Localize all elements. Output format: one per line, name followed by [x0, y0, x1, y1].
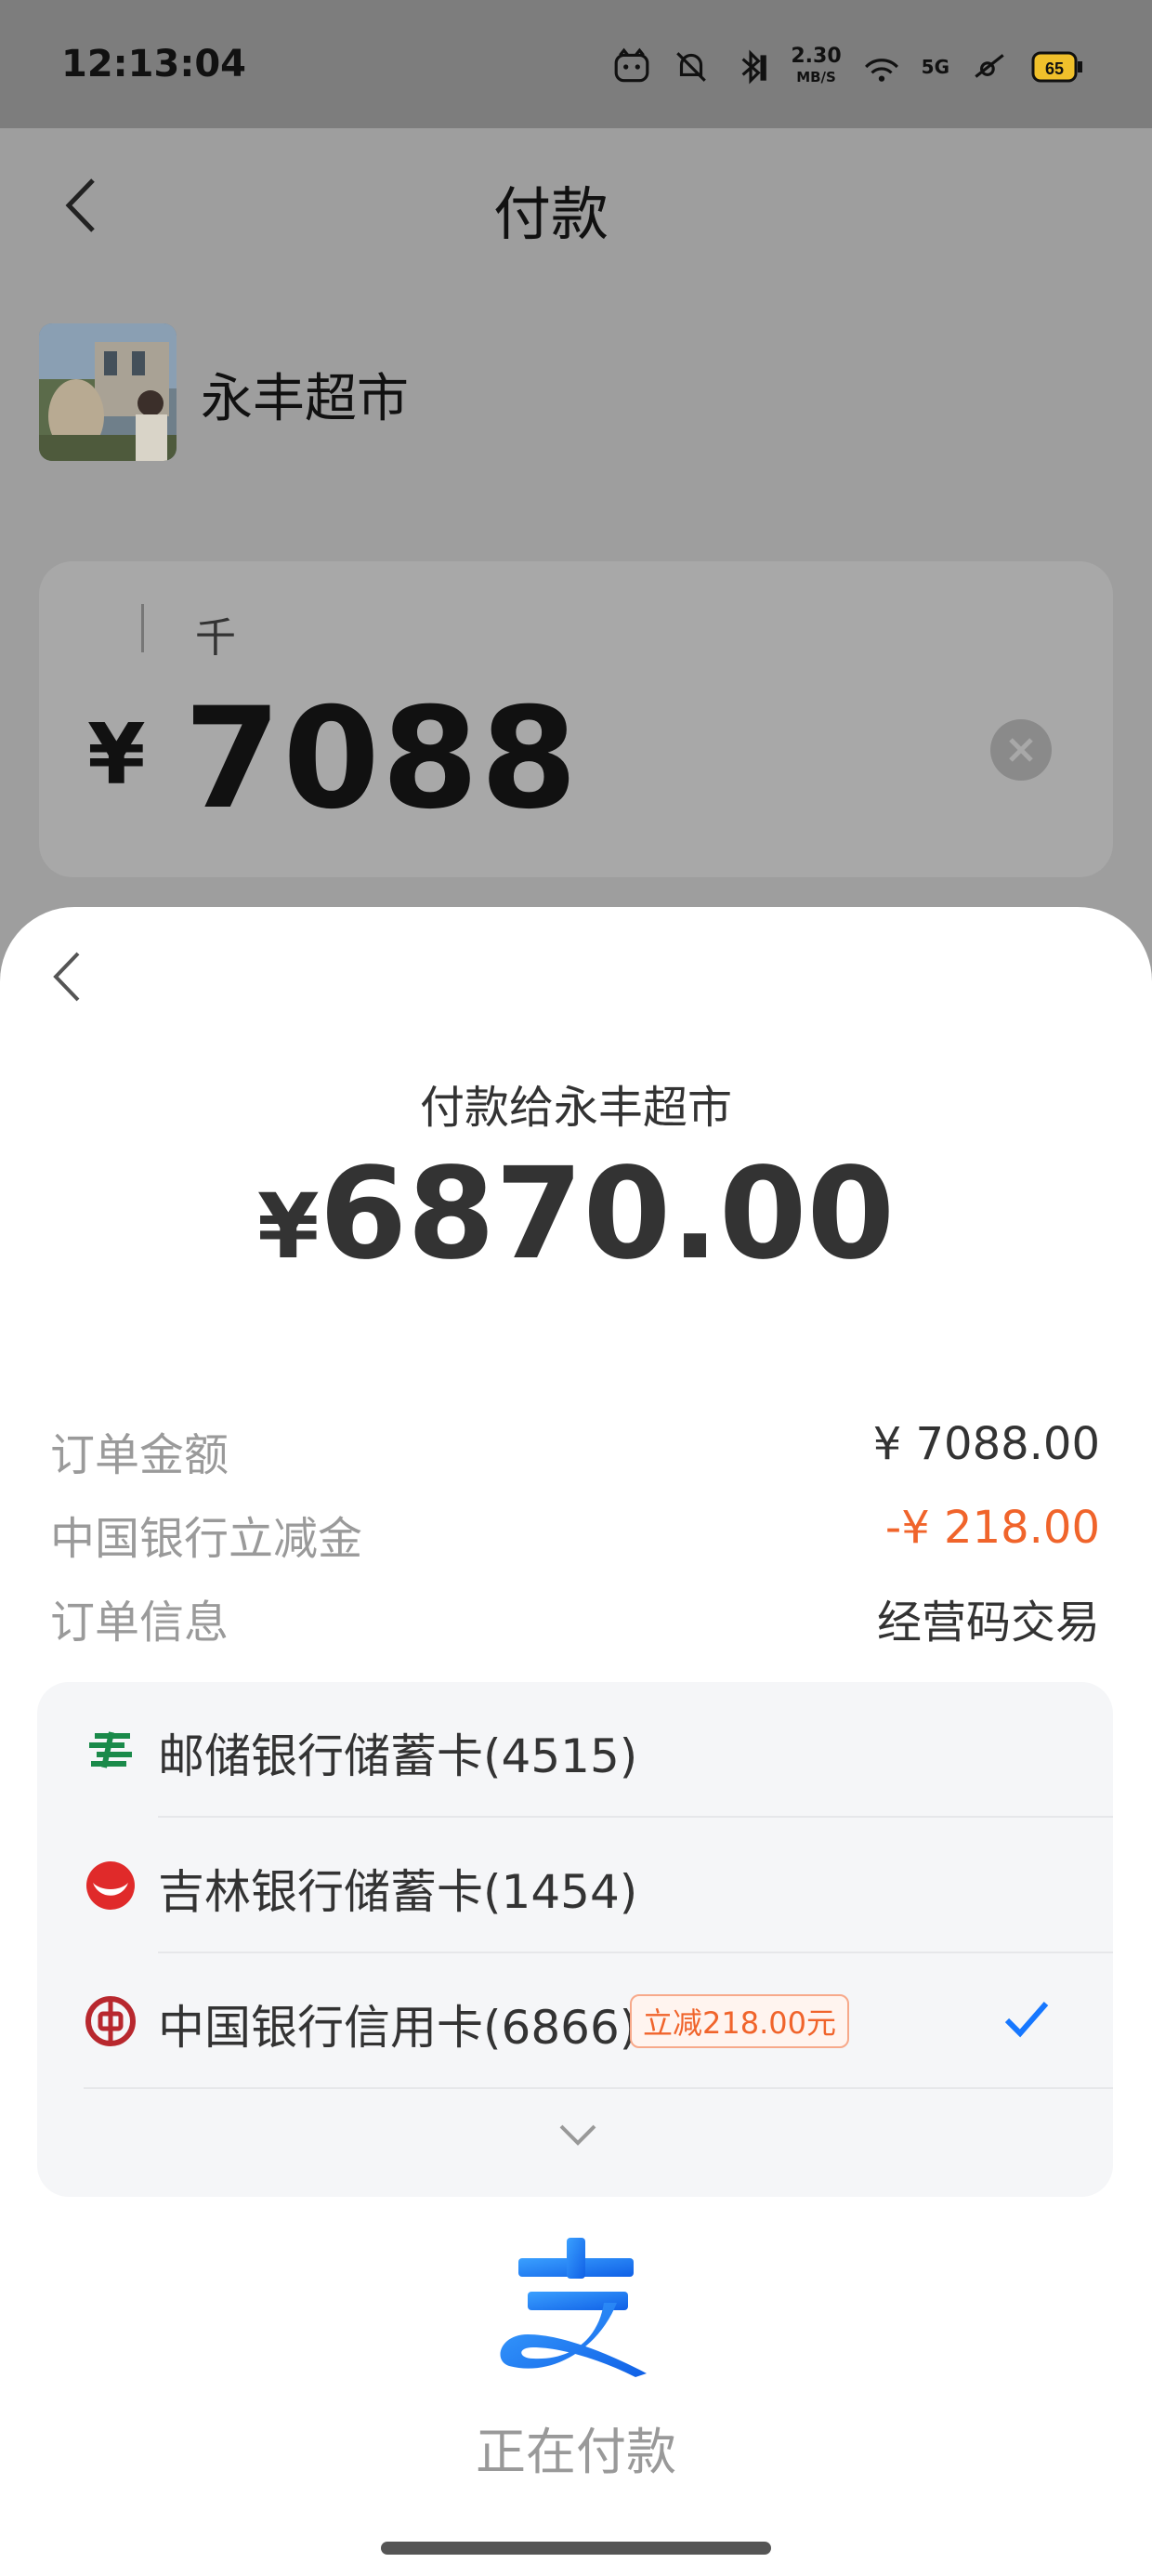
merchant-avatar	[39, 323, 177, 461]
order-info-label: 订单信息	[50, 1597, 229, 1649]
divider	[84, 2087, 1113, 2089]
status-time: 12:13:04	[61, 43, 246, 85]
discount-value: -¥ 218.00	[884, 1502, 1100, 1554]
processing-status: 正在付款	[476, 2423, 676, 2481]
amount-currency-symbol: ¥	[87, 706, 146, 804]
payment-method-item[interactable]: 邮储银行储蓄卡(4515)	[37, 1682, 1113, 1818]
promo-badge: 立减218.00元	[630, 1994, 849, 2048]
boc-bank-icon	[85, 1996, 136, 2046]
payment-method-item[interactable]: 吉林银行储蓄卡(1454)	[37, 1818, 1113, 1953]
merchant-name: 永丰超市	[201, 369, 409, 429]
payment-method-item-selected[interactable]: 中国银行信用卡(6866) 立减218.00元	[37, 1953, 1113, 2089]
bluetooth-icon	[741, 49, 767, 85]
app-notification-icon	[615, 47, 649, 83]
wifi-icon	[864, 59, 898, 82]
payment-method-name: 吉林银行储蓄卡(1454)	[158, 1865, 638, 1919]
clear-amount-button[interactable]	[990, 719, 1052, 781]
amount-cursor	[141, 604, 144, 652]
amount-unit-hint: 千	[195, 614, 236, 662]
signal-5g-label: 5G	[921, 56, 949, 78]
network-speed: 2.30 MB/S	[791, 46, 841, 87]
svg-text:65: 65	[1045, 59, 1064, 78]
cellular-signal-icon	[975, 54, 1004, 78]
order-amount-label: 订单金额	[50, 1429, 229, 1481]
amount-input[interactable]: 7088	[184, 678, 579, 840]
home-indicator[interactable]	[381, 2542, 771, 2555]
pay-amount-value: 6870.00	[319, 1141, 896, 1288]
check-icon	[1004, 2002, 1049, 2038]
chevron-down-icon[interactable]	[557, 2121, 598, 2149]
battery-icon: 65	[1031, 51, 1082, 83]
sheet-back-icon[interactable]	[46, 946, 89, 1007]
network-speed-unit: MB/S	[796, 69, 836, 85]
discount-label: 中国银行立减金	[50, 1513, 363, 1565]
status-icons: 2.30 MB/S 5G 65	[612, 41, 1085, 93]
page-title: 付款	[492, 180, 609, 248]
pay-amount: ¥6870.00	[0, 1141, 1152, 1288]
order-amount-value: ¥ 7088.00	[872, 1418, 1100, 1470]
order-info-value: 经营码交易	[876, 1597, 1100, 1649]
payment-method-name: 邮储银行储蓄卡(4515)	[158, 1729, 638, 1783]
psbc-bank-icon	[89, 1731, 132, 1768]
close-icon	[1009, 738, 1033, 762]
mute-icon	[676, 52, 707, 82]
pay-amount-currency: ¥	[256, 1175, 320, 1279]
payment-method-name: 中国银行信用卡(6866)	[158, 2001, 638, 2055]
alipay-logo-icon	[500, 2238, 647, 2377]
network-speed-value: 2.30	[791, 45, 842, 68]
jilin-bank-icon	[86, 1861, 135, 1910]
payee-label: 付款给永丰超市	[419, 1082, 732, 1134]
